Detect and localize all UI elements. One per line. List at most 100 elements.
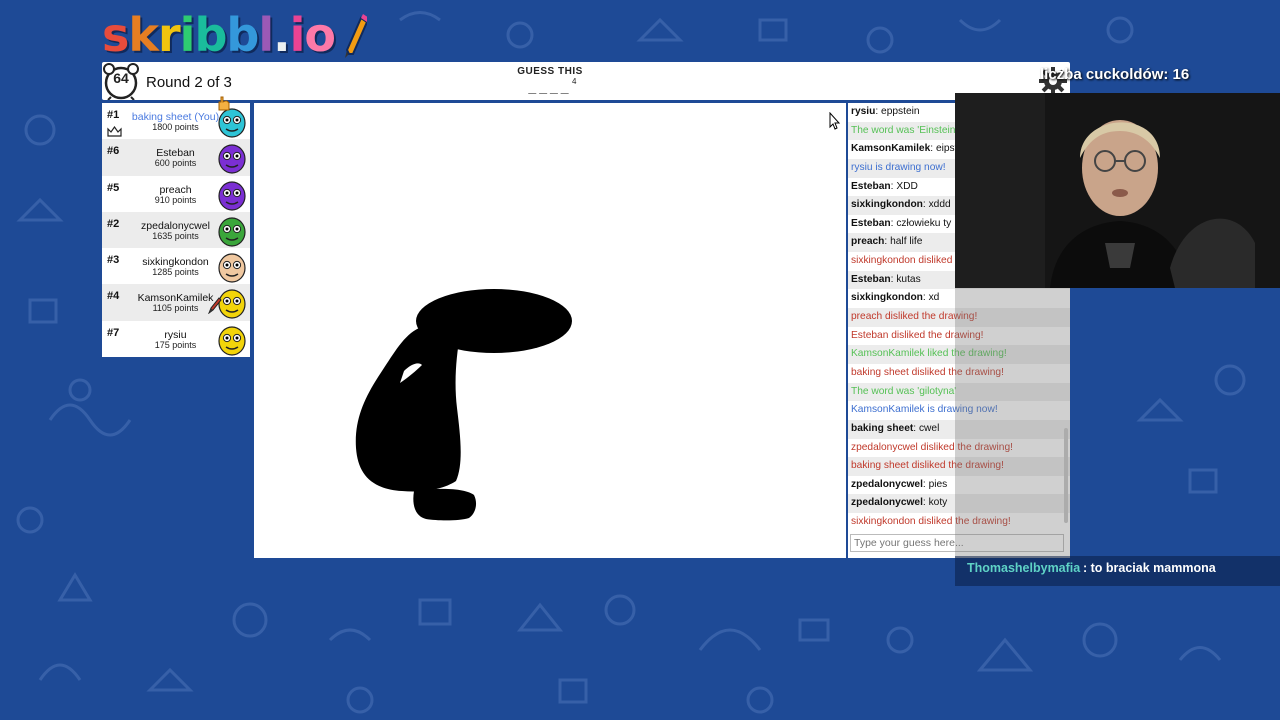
player-points: 1800 points	[152, 122, 199, 132]
mouse-cursor-icon	[829, 111, 841, 130]
chat-message: zpedalonycwel: koty	[848, 494, 1070, 514]
player-rank: #3	[107, 254, 120, 267]
chat-message: Esteban disliked the drawing!	[848, 327, 1070, 346]
chat-system-text: KamsonKamilek liked the drawing!	[851, 348, 1007, 360]
chat-text: cwel	[918, 422, 940, 434]
player-points: 600 points	[154, 158, 197, 169]
chat-message: baking sheet: cwel	[848, 419, 1070, 439]
hand-icon	[216, 95, 232, 111]
player-rank: #4	[107, 290, 120, 303]
chat-username: sixkingkondon	[851, 199, 923, 211]
player-row[interactable]: #4 KamsonKamilek 1105 points	[102, 284, 250, 321]
stream-counter: liczba cuckoldów: 16	[1040, 66, 1190, 83]
chat-message: zpedalonycwel disliked the drawing!	[848, 439, 1070, 458]
chat-scrollbar[interactable]	[1064, 428, 1068, 523]
player-avatar	[215, 213, 249, 247]
chat-message: sixkingkondon: xd	[848, 289, 1070, 308]
player-row[interactable]: #6 Esteban 600 points	[102, 139, 250, 176]
chat-text: xddd	[928, 199, 951, 211]
twitch-text: : to braciak mammona	[1083, 561, 1216, 575]
chat-message: baking sheet disliked the drawing!	[848, 457, 1070, 476]
chat-system-text: KamsonKamilek is drawing now!	[851, 404, 998, 416]
chat-message: KamsonKamilek is drawing now!	[848, 401, 1070, 420]
word-blanks: ____	[528, 79, 572, 95]
pencil-icon	[207, 296, 222, 315]
player-row[interactable]: #2 zpedalonycwel 1635 points	[102, 211, 250, 249]
logo-letter: s	[102, 8, 129, 62]
word-length: 4	[572, 77, 577, 86]
twitch-chat-message: Thomashelbymafia : to braciak mammona	[955, 556, 1280, 586]
logo-letter: k	[128, 8, 159, 62]
player-row[interactable]: #5 preach 910 points	[102, 176, 250, 212]
player-rank: #1	[107, 109, 120, 121]
logo-letter: r	[157, 8, 181, 62]
chat-system-text: baking sheet disliked the drawing!	[851, 366, 1004, 378]
guess-input[interactable]	[850, 534, 1064, 552]
chat-text: kutas	[896, 273, 921, 285]
timer-value: 64	[113, 70, 129, 86]
chat-username: rysiu	[851, 106, 876, 117]
player-rank: #6	[107, 145, 120, 158]
chat-message: zpedalonycwel: pies	[848, 476, 1070, 495]
player-avatar	[215, 140, 249, 174]
skribbl-logo: skribbl.io	[102, 6, 369, 62]
pencil-logo-icon	[341, 14, 369, 58]
player-row[interactable]: #1 baking sheet (You) 1800 points	[102, 96, 250, 139]
player-avatar	[215, 177, 249, 211]
chat-text: człowieku ty	[896, 217, 952, 229]
player-rank: #2	[107, 217, 120, 230]
canvas-drawing	[355, 289, 572, 521]
chat-text: koty	[928, 497, 948, 509]
chat-system-text: zpedalonycwel disliked the drawing!	[851, 441, 1013, 453]
chat-username: baking sheet	[851, 422, 914, 434]
chat-username: Esteban	[851, 273, 891, 285]
player-list: #1 baking sheet (You) 1800 points #6 Esteban…	[102, 96, 250, 357]
player-avatar	[215, 249, 249, 283]
chat-username: KamsonKamilek	[851, 143, 931, 155]
chat-system-text: preach disliked the drawing!	[851, 311, 978, 323]
chat-system-text: sixkingkondon disliked the drawing!	[851, 516, 1011, 528]
twitch-username: Thomashelbymafia	[967, 561, 1081, 575]
chat-system-text: rysiu is drawing now!	[851, 161, 946, 173]
player-avatar	[215, 322, 249, 356]
player-points: 1285 points	[152, 267, 199, 278]
player-points: 175 points	[154, 339, 197, 350]
chat-text: XDD	[896, 180, 918, 192]
player-row[interactable]: #7 rysiu 175 points	[102, 321, 250, 357]
logo-letter: o	[304, 8, 336, 62]
chat-username: zpedalonycwel	[851, 497, 923, 509]
player-rank: #5	[107, 181, 120, 194]
chat-username: sixkingkondon	[851, 292, 923, 304]
round-indicator: Round 2 of 3	[146, 74, 232, 91]
chat-username: Esteban	[851, 217, 891, 229]
webcam-feed	[955, 93, 1280, 288]
game-header: 64 Round 2 of 3 GUESS THIS ____ 4	[102, 62, 1070, 101]
chat-system-text: baking sheet disliked the drawing!	[851, 460, 1004, 472]
chat-message: KamsonKamilek liked the drawing!	[848, 345, 1070, 364]
logo-letter: i	[289, 8, 306, 62]
player-row[interactable]: #3 sixkingkondon 1285 points	[102, 248, 250, 284]
chat-message: sixkingkondon disliked the drawing!	[848, 513, 1070, 532]
player-points: 910 points	[154, 194, 197, 205]
chat-text: xd	[928, 292, 940, 304]
logo-letter: i	[179, 8, 196, 62]
guess-label: GUESS THIS	[517, 66, 583, 77]
chat-text: pies	[928, 478, 948, 490]
chat-text: half life	[890, 236, 923, 248]
player-rank: #7	[107, 326, 120, 339]
drawing-canvas[interactable]	[254, 103, 846, 558]
crown-icon	[107, 124, 122, 137]
chat-system-text: The word was 'gilotyna'	[851, 385, 957, 397]
chat-message: baking sheet disliked the drawing!	[848, 364, 1070, 383]
chat-system-text: The word was 'Einstein'	[851, 124, 958, 136]
chat-message: preach disliked the drawing!	[848, 308, 1070, 327]
chat-message: The word was 'gilotyna'	[848, 382, 1070, 402]
logo-letter: l	[258, 8, 274, 62]
logo-letter: .	[273, 8, 291, 62]
chat-system-text: Esteban disliked the drawing!	[851, 329, 984, 341]
chat-username: preach	[851, 236, 885, 248]
chat-username: Esteban	[851, 180, 891, 192]
chat-text: eppstein	[881, 106, 920, 117]
logo-letter: b	[194, 8, 227, 62]
chat-username: zpedalonycwel	[851, 478, 923, 490]
